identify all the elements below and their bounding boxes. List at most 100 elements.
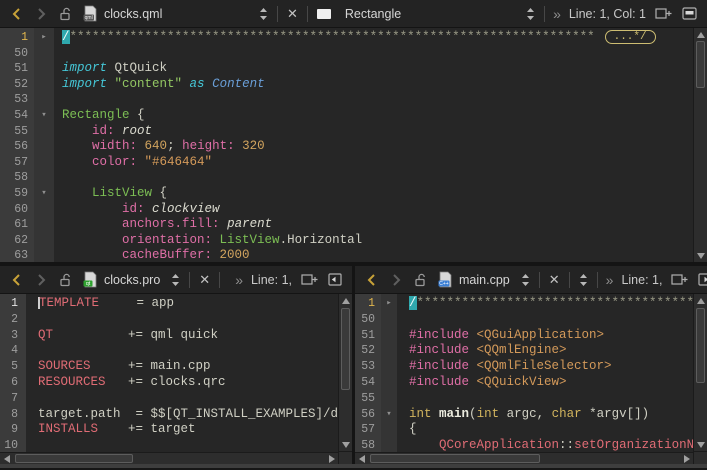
pro-vertical-scrollbar[interactable] xyxy=(338,294,352,464)
forward-button[interactable] xyxy=(384,266,408,293)
code-text[interactable] xyxy=(20,438,338,452)
scroll-down-button[interactable] xyxy=(339,438,352,451)
fold-open-icon[interactable]: ▾ xyxy=(34,186,54,202)
line-number[interactable]: 50 xyxy=(355,312,381,328)
code-text[interactable]: TEMPLATE = app xyxy=(20,296,338,312)
back-button[interactable] xyxy=(5,0,29,27)
document-dropdown-button[interactable] xyxy=(516,266,535,293)
code-text[interactable]: Rectangle { xyxy=(54,108,693,124)
overflow-menu-button[interactable]: » xyxy=(602,272,618,288)
line-number[interactable]: 58 xyxy=(0,170,34,186)
fold-collapsed-icon[interactable]: ▸ xyxy=(34,30,54,46)
line-number[interactable]: 57 xyxy=(355,422,381,438)
code-text[interactable]: #include <QQmlFileSelector> xyxy=(397,359,693,375)
remove-split-button[interactable] xyxy=(323,266,347,293)
scroll-right-button[interactable] xyxy=(325,453,338,464)
line-number[interactable]: 9 xyxy=(0,422,20,438)
line-number[interactable]: 7 xyxy=(0,391,20,407)
code-text[interactable]: { xyxy=(397,422,693,438)
code-text[interactable] xyxy=(54,46,693,62)
code-text[interactable] xyxy=(20,391,338,407)
symbol-dropdown-button[interactable] xyxy=(574,266,593,293)
line-number[interactable]: 50 xyxy=(0,46,34,62)
line-number[interactable]: 51 xyxy=(355,328,381,344)
line-number[interactable]: 62 xyxy=(0,233,34,249)
cpp-horizontal-scrollbar[interactable] xyxy=(355,452,693,464)
line-number[interactable]: 61 xyxy=(0,217,34,233)
qml-code-area[interactable]: 1▸/*************************************… xyxy=(0,28,693,262)
fold-badge[interactable]: ...*/ xyxy=(605,30,656,44)
scroll-right-button[interactable] xyxy=(680,453,693,464)
fold-open-icon[interactable]: ▾ xyxy=(381,407,397,423)
code-text[interactable] xyxy=(54,92,693,108)
scrollbar-thumb[interactable] xyxy=(370,454,540,463)
scroll-left-button[interactable] xyxy=(355,453,368,464)
line-number[interactable]: 51 xyxy=(0,61,34,77)
qml-vertical-scrollbar[interactable] xyxy=(693,28,707,262)
scrollbar-track[interactable] xyxy=(339,307,352,438)
line-number[interactable]: 59 xyxy=(0,186,34,202)
back-button[interactable] xyxy=(5,266,29,293)
line-number[interactable]: 56 xyxy=(355,407,381,423)
line-number[interactable]: 1 xyxy=(355,296,381,312)
code-text[interactable]: int main(int argc, char *argv[]) xyxy=(397,407,693,423)
line-number[interactable]: 57 xyxy=(0,155,34,171)
close-document-button[interactable]: ✕ xyxy=(282,0,303,27)
scrollbar-thumb[interactable] xyxy=(341,308,350,390)
code-text[interactable]: QCoreApplication::setOrganizationName xyxy=(397,438,693,452)
open-document-selector[interactable]: clocks.qml xyxy=(104,7,254,21)
scrollbar-track[interactable] xyxy=(13,453,325,464)
code-text[interactable]: orientation: ListView.Horizontal xyxy=(54,233,693,249)
line-number[interactable]: 55 xyxy=(0,124,34,140)
scroll-down-button[interactable] xyxy=(694,249,707,262)
line-number[interactable]: 5 xyxy=(0,359,20,375)
open-document-selector[interactable]: clocks.pro xyxy=(104,273,160,287)
overflow-menu-button[interactable]: » xyxy=(549,6,565,22)
scrollbar-thumb[interactable] xyxy=(15,454,133,463)
symbol-selector[interactable]: Rectangle xyxy=(345,7,401,21)
line-number[interactable]: 58 xyxy=(355,438,381,452)
line-number[interactable]: 1 xyxy=(0,296,20,312)
code-text[interactable]: #include <QQmlEngine> xyxy=(397,343,693,359)
split-editor-button[interactable] xyxy=(296,266,323,293)
fold-open-icon[interactable]: ▾ xyxy=(34,108,54,124)
line-number[interactable]: 6 xyxy=(0,375,20,391)
code-text[interactable] xyxy=(397,312,693,328)
close-split-button[interactable] xyxy=(677,0,702,27)
split-editor-button[interactable] xyxy=(650,0,677,27)
close-document-button[interactable]: ✕ xyxy=(544,266,565,293)
remove-split-button[interactable] xyxy=(693,266,707,293)
close-document-button[interactable]: ✕ xyxy=(194,266,215,293)
cpp-vertical-scrollbar[interactable] xyxy=(693,294,707,464)
line-number[interactable]: 63 xyxy=(0,248,34,262)
code-text[interactable]: target.path = $$[QT_INSTALL_EXAMPLES]/de… xyxy=(20,407,338,423)
line-number[interactable]: 53 xyxy=(355,359,381,375)
code-text[interactable]: width: 640; height: 320 xyxy=(54,139,693,155)
code-text[interactable]: import "content" as Content xyxy=(54,77,693,93)
scrollbar-track[interactable] xyxy=(694,41,707,249)
split-editor-button[interactable] xyxy=(666,266,693,293)
line-number[interactable]: 54 xyxy=(355,375,381,391)
scrollbar-thumb[interactable] xyxy=(696,308,705,383)
line-number[interactable]: 55 xyxy=(355,391,381,407)
line-number[interactable]: 8 xyxy=(0,407,20,423)
scroll-up-button[interactable] xyxy=(339,294,352,307)
code-text[interactable]: ListView { xyxy=(54,186,693,202)
lock-button[interactable] xyxy=(53,0,78,27)
code-text[interactable]: #include <QGuiApplication> xyxy=(397,328,693,344)
scrollbar-track[interactable] xyxy=(368,453,680,464)
fold-collapsed-icon[interactable]: ▸ xyxy=(381,296,397,312)
line-number[interactable]: 52 xyxy=(355,343,381,359)
lock-button[interactable] xyxy=(53,266,78,293)
code-text[interactable]: import QtQuick xyxy=(54,61,693,77)
line-number[interactable]: 54 xyxy=(0,108,34,124)
code-text[interactable]: #include <QQuickView> xyxy=(397,375,693,391)
code-text[interactable]: id: clockview xyxy=(54,202,693,218)
scroll-down-button[interactable] xyxy=(694,438,707,451)
code-text[interactable]: id: root xyxy=(54,124,693,140)
lock-button[interactable] xyxy=(408,266,433,293)
code-text[interactable]: /***************************************… xyxy=(397,296,693,312)
line-number[interactable]: 60 xyxy=(0,202,34,218)
line-number[interactable]: 1 xyxy=(0,30,34,46)
line-number[interactable]: 10 xyxy=(0,438,20,452)
